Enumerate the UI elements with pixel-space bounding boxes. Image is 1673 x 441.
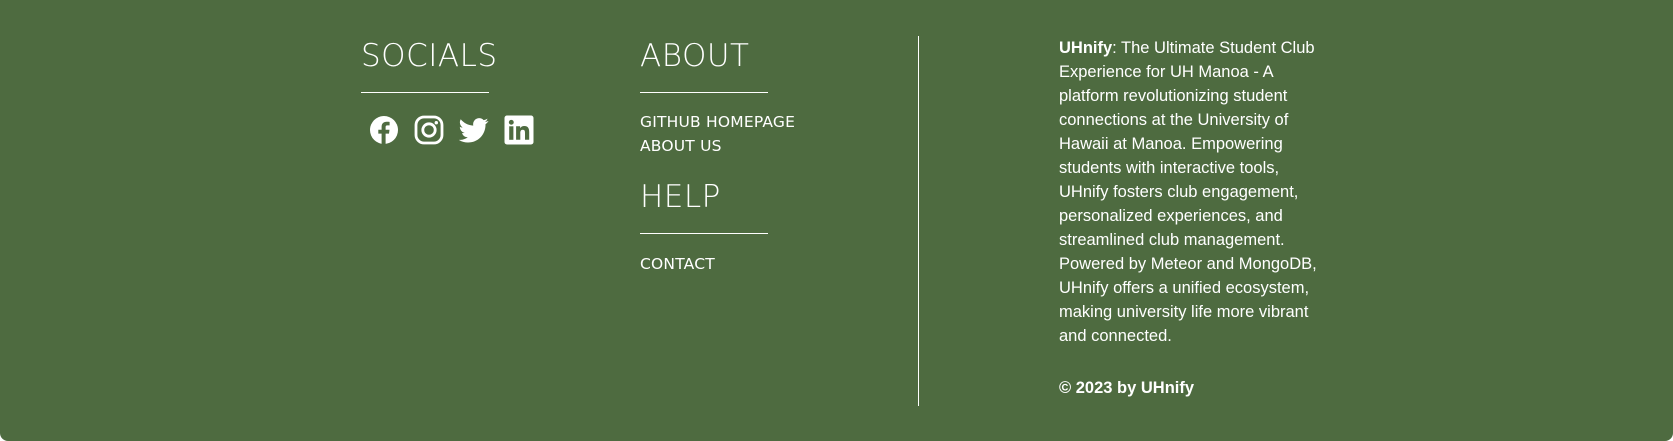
- about-heading: ABOUT: [640, 38, 750, 74]
- site-footer: SOCIALS ABOUT GITHUB HOMEPAGE ABOUT US H…: [0, 0, 1673, 441]
- about-links: GITHUB HOMEPAGE ABOUT US: [640, 110, 840, 158]
- about-us-link[interactable]: ABOUT US: [640, 134, 840, 158]
- socials-heading: SOCIALS: [361, 38, 498, 74]
- description-text: : The Ultimate Student Club Experience f…: [1059, 39, 1317, 345]
- socials-column: SOCIALS: [361, 0, 534, 145]
- brand-name: UHnify: [1059, 39, 1113, 57]
- site-description: UHnify: The Ultimate Student Club Experi…: [1059, 36, 1329, 348]
- contact-link[interactable]: CONTACT: [640, 252, 840, 276]
- social-icons: [369, 115, 534, 145]
- socials-divider: [361, 92, 489, 93]
- facebook-icon[interactable]: [369, 115, 399, 145]
- copyright-notice: © 2023 by UHnify: [1059, 379, 1195, 397]
- help-divider: [640, 233, 768, 234]
- description-column: UHnify: The Ultimate Student Club Experi…: [1059, 36, 1329, 400]
- help-links: CONTACT: [640, 252, 840, 276]
- linkedin-icon[interactable]: [504, 115, 534, 145]
- twitter-icon[interactable]: [459, 115, 489, 145]
- vertical-divider: [918, 36, 919, 406]
- about-divider: [640, 92, 768, 93]
- instagram-icon[interactable]: [414, 115, 444, 145]
- github-homepage-link[interactable]: GITHUB HOMEPAGE: [640, 110, 840, 134]
- about-column: ABOUT GITHUB HOMEPAGE ABOUT US HELP CONT…: [640, 0, 840, 276]
- help-heading: HELP: [640, 179, 721, 215]
